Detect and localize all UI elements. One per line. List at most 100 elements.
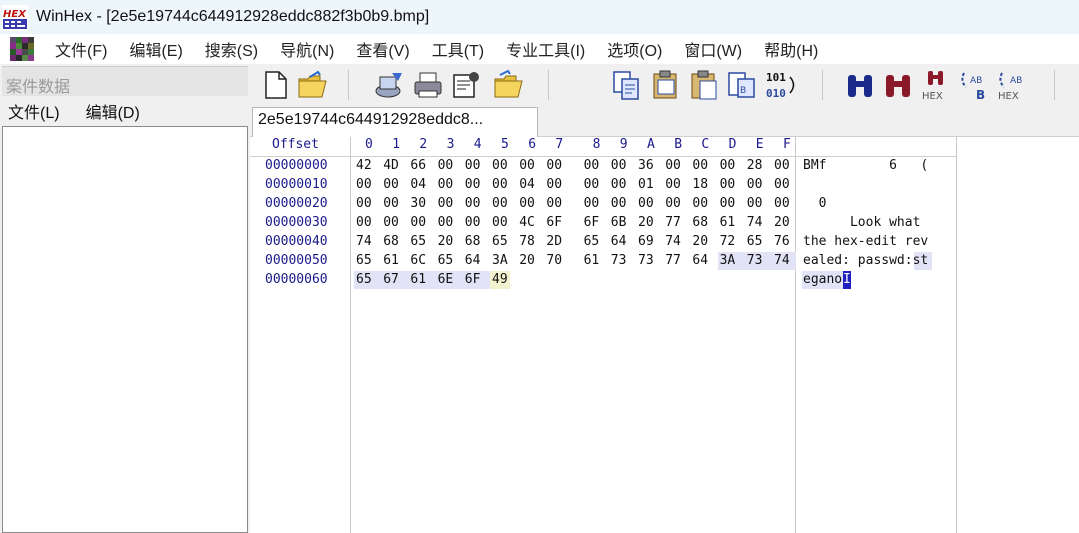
hex-byte[interactable]: 00 xyxy=(383,196,399,211)
binary-convert-icon[interactable]: 101 010 xyxy=(764,69,800,101)
open-disk-folder-icon[interactable] xyxy=(492,69,524,101)
hex-byte[interactable]: 00 xyxy=(611,177,627,192)
hex-byte[interactable]: 61 xyxy=(410,272,426,287)
hex-byte[interactable]: 00 xyxy=(611,196,627,211)
hex-byte[interactable]: 00 xyxy=(438,177,454,192)
hex-byte[interactable]: 42 xyxy=(356,158,372,173)
hex-byte[interactable]: 00 xyxy=(584,158,600,173)
hex-byte[interactable]: 00 xyxy=(546,177,562,192)
hex-byte[interactable]: 61 xyxy=(720,215,736,230)
hex-byte[interactable]: 6F xyxy=(465,272,481,287)
hex-byte[interactable]: 30 xyxy=(410,196,426,211)
menu-help[interactable]: 帮助(H) xyxy=(753,37,829,61)
hex-byte[interactable]: 36 xyxy=(638,158,654,173)
hex-byte[interactable]: 00 xyxy=(720,158,736,173)
hex-byte[interactable]: 77 xyxy=(665,215,681,230)
hex-byte[interactable]: 65 xyxy=(356,272,372,287)
menu-file[interactable]: 文件(F) xyxy=(44,37,118,61)
hex-byte[interactable]: 00 xyxy=(465,177,481,192)
hex-byte[interactable]: 2D xyxy=(546,234,562,249)
hex-byte[interactable]: 00 xyxy=(465,196,481,211)
copy-block-icon[interactable] xyxy=(610,69,642,101)
hex-byte[interactable]: 20 xyxy=(638,215,654,230)
properties-icon[interactable] xyxy=(450,69,482,101)
hex-byte[interactable]: 00 xyxy=(546,158,562,173)
hex-byte[interactable]: 6F xyxy=(584,215,600,230)
hex-byte[interactable]: 00 xyxy=(665,177,681,192)
hex-byte[interactable]: 00 xyxy=(584,177,600,192)
hex-byte[interactable]: 00 xyxy=(774,196,790,211)
hex-byte[interactable]: 20 xyxy=(692,234,708,249)
hex-byte[interactable]: 00 xyxy=(356,196,372,211)
hex-byte[interactable]: 68 xyxy=(383,234,399,249)
hex-byte[interactable]: 70 xyxy=(546,253,562,268)
menu-search[interactable]: 搜索(S) xyxy=(194,37,269,61)
hex-byte[interactable]: 77 xyxy=(665,253,681,268)
hex-byte[interactable]: 3A xyxy=(720,253,736,268)
hex-byte[interactable]: 73 xyxy=(638,253,654,268)
hex-byte[interactable]: 65 xyxy=(410,234,426,249)
hex-byte[interactable]: 00 xyxy=(492,196,508,211)
hex-byte[interactable]: 00 xyxy=(519,196,535,211)
ascii-text[interactable]: egano xyxy=(803,272,842,287)
hex-byte[interactable]: 00 xyxy=(774,177,790,192)
hex-byte[interactable]: 01 xyxy=(638,177,654,192)
clipboard-hex-icon[interactable] xyxy=(650,69,682,101)
menu-edit[interactable]: 编辑(E) xyxy=(118,37,193,61)
case-tree-panel[interactable] xyxy=(2,126,248,533)
hex-byte[interactable]: 28 xyxy=(747,158,763,173)
hex-byte[interactable]: 20 xyxy=(774,215,790,230)
hex-byte[interactable]: 76 xyxy=(774,234,790,249)
hex-byte[interactable]: 68 xyxy=(465,234,481,249)
find-hex-icon[interactable] xyxy=(882,69,914,101)
hex-byte[interactable]: 78 xyxy=(519,234,535,249)
hex-byte[interactable]: 00 xyxy=(356,215,372,230)
hex-byte[interactable]: 00 xyxy=(611,158,627,173)
hex-byte[interactable]: 00 xyxy=(492,215,508,230)
hex-byte[interactable]: 72 xyxy=(720,234,736,249)
hex-byte[interactable]: 65 xyxy=(492,234,508,249)
paste-icon[interactable] xyxy=(688,69,720,101)
hex-byte[interactable]: 00 xyxy=(410,215,426,230)
hex-byte[interactable]: 6E xyxy=(438,272,454,287)
hex-byte[interactable]: 65 xyxy=(438,253,454,268)
find-text-icon[interactable] xyxy=(844,69,876,101)
hex-byte[interactable]: 4C xyxy=(519,215,535,230)
hex-byte[interactable]: 00 xyxy=(546,196,562,211)
hex-byte[interactable]: 69 xyxy=(638,234,654,249)
hex-byte[interactable]: 65 xyxy=(356,253,372,268)
hex-byte[interactable]: 74 xyxy=(774,253,790,268)
open-folder-icon[interactable] xyxy=(296,69,328,101)
find-hex-values-icon[interactable]: HEX xyxy=(920,69,952,102)
ascii-text[interactable]: the hex-edit rev xyxy=(803,234,928,249)
hex-byte[interactable]: 00 xyxy=(465,158,481,173)
hex-byte[interactable]: 00 xyxy=(720,196,736,211)
hex-byte[interactable]: 6C xyxy=(410,253,426,268)
print-icon[interactable] xyxy=(412,69,444,101)
replace-hex-icon[interactable]: AB HEX xyxy=(996,69,1028,102)
hex-byte[interactable]: 74 xyxy=(665,234,681,249)
hex-byte[interactable]: 65 xyxy=(747,234,763,249)
ascii-cursor-char[interactable]: I xyxy=(843,272,851,287)
hex-editor[interactable]: Offset 0123456789ABCDEF 00000000 42 4D 66 00… xyxy=(250,137,1079,533)
hex-byte[interactable]: 3A xyxy=(492,253,508,268)
hex-byte[interactable]: 00 xyxy=(747,196,763,211)
hex-byte[interactable]: 00 xyxy=(638,196,654,211)
hex-byte[interactable]: 00 xyxy=(665,196,681,211)
hex-byte[interactable]: 61 xyxy=(584,253,600,268)
hex-byte[interactable]: 00 xyxy=(519,158,535,173)
menu-options[interactable]: 选项(O) xyxy=(596,37,673,61)
hex-byte[interactable]: 73 xyxy=(611,253,627,268)
ascii-text[interactable]: BMf 6 ( xyxy=(803,158,928,173)
hex-byte[interactable]: 00 xyxy=(774,158,790,173)
hex-byte[interactable]: 4D xyxy=(383,158,399,173)
hex-byte[interactable]: 18 xyxy=(692,177,708,192)
replace-text-icon[interactable]: AB B xyxy=(958,69,990,102)
menu-specialist-tools[interactable]: 专业工具(I) xyxy=(495,37,596,61)
hex-byte[interactable]: 6B xyxy=(611,215,627,230)
hex-byte[interactable]: 04 xyxy=(410,177,426,192)
hex-byte[interactable]: 67 xyxy=(383,272,399,287)
hex-byte[interactable]: 64 xyxy=(692,253,708,268)
menu-navigation[interactable]: 导航(N) xyxy=(269,37,345,61)
hex-byte[interactable]: 00 xyxy=(692,158,708,173)
